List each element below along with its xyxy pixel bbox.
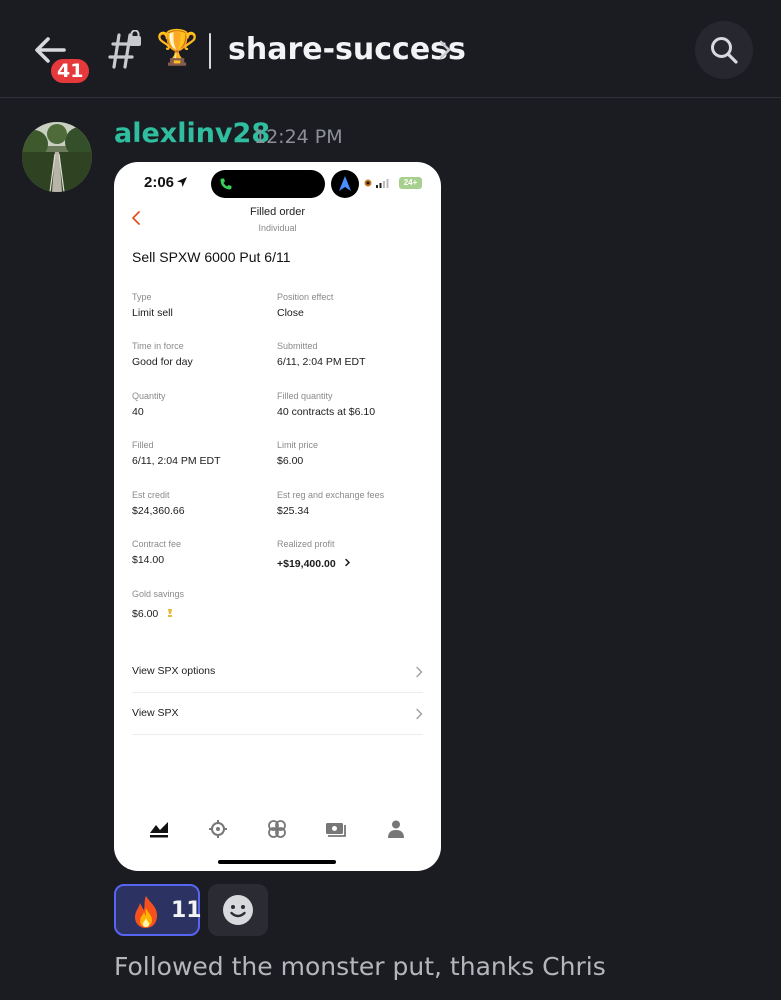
gold-savings: $6.00	[132, 604, 174, 622]
field-label: Limit price	[277, 440, 319, 450]
home-indicator	[218, 860, 336, 864]
header-divider	[209, 33, 211, 69]
view-spx-options-link[interactable]: View SPX options	[132, 652, 423, 693]
field-value: 6/11, 2:04 PM EDT	[277, 356, 366, 368]
channel-header: 41 🏆 share-success	[0, 0, 781, 98]
order-title: Filled order	[249, 206, 306, 218]
view-spx-link[interactable]: View SPX	[132, 694, 423, 735]
battery-indicator: 24+	[399, 177, 422, 189]
chevron-right-icon	[416, 708, 423, 720]
link-label: View SPX options	[132, 665, 216, 677]
trophy-icon: 🏆	[156, 28, 199, 68]
field-value: Limit sell	[132, 307, 173, 319]
field-label: Time in force	[132, 341, 184, 351]
investing-chart-icon	[150, 822, 168, 838]
locked-text-channel-icon	[103, 29, 143, 70]
field-value: $6.00	[132, 608, 159, 620]
search-button[interactable]	[695, 21, 753, 79]
field-label: Filled	[132, 440, 154, 450]
avatar[interactable]	[22, 122, 92, 192]
field-value: +$19,400.00	[277, 558, 336, 570]
field-label: Contract fee	[132, 539, 182, 549]
field-label: Quantity	[132, 391, 166, 401]
field-label: Realized profit	[277, 539, 335, 549]
field-label: Est credit	[132, 490, 170, 500]
field-value: Close	[277, 307, 304, 319]
account-person-icon	[388, 820, 404, 838]
order-account: Individual	[258, 223, 297, 233]
location-arrow-icon	[177, 177, 187, 187]
navigation-icon	[331, 170, 359, 198]
field-label: Est reg and exchange fees	[277, 490, 385, 500]
field-value: $14.00	[132, 554, 165, 566]
field-label: Position effect	[277, 292, 334, 302]
order-heading: Sell SPXW 6000 Put 6/11	[132, 249, 291, 265]
chevron-right-icon	[345, 558, 351, 567]
field-label: Gold savings	[132, 589, 185, 599]
field-value: 40 contracts at $6.10	[277, 406, 376, 418]
field-label: Type	[132, 292, 152, 302]
chevron-right-icon	[416, 666, 423, 678]
field-value: 40	[132, 406, 144, 418]
chevron-right-icon[interactable]	[436, 38, 454, 62]
unread-badge: 41	[48, 56, 93, 86]
fire-icon	[135, 896, 158, 928]
attachment-image[interactable]: 2:06 24+ Filled order Individual Sell SP…	[114, 162, 441, 871]
crypto-icon	[209, 820, 227, 838]
add-reaction-button[interactable]	[208, 884, 268, 936]
field-label: Submitted	[277, 341, 318, 351]
search-icon	[711, 37, 738, 64]
channel-name[interactable]: share-success	[228, 28, 466, 72]
message-timestamp: 12:24 PM	[254, 126, 343, 148]
field-value: $24,360.66	[132, 505, 185, 517]
field-label: Filled quantity	[277, 391, 333, 401]
add-reaction-smiley-icon	[223, 895, 253, 925]
cash-card-icon	[326, 823, 346, 837]
link-label: View SPX	[132, 707, 179, 719]
reaction-count: 11	[171, 898, 202, 923]
signal-icon	[364, 179, 389, 188]
message-text: Followed the monster put, thanks Chris	[114, 952, 606, 981]
retirement-icon	[268, 820, 286, 838]
message-author[interactable]: alexlinv28	[114, 116, 270, 152]
dynamic-island	[211, 170, 325, 198]
reaction-fire[interactable]: 11	[114, 884, 202, 936]
gold-icon	[167, 609, 172, 617]
status-time: 2:06	[144, 174, 175, 191]
field-value: 6/11, 2:04 PM EDT	[132, 455, 221, 467]
realized-profit-link: +$19,400.00	[277, 554, 352, 572]
field-value: $6.00	[277, 455, 304, 467]
phone-call-icon	[220, 178, 232, 190]
field-value: $25.34	[277, 505, 310, 517]
field-value: Good for day	[132, 356, 193, 368]
